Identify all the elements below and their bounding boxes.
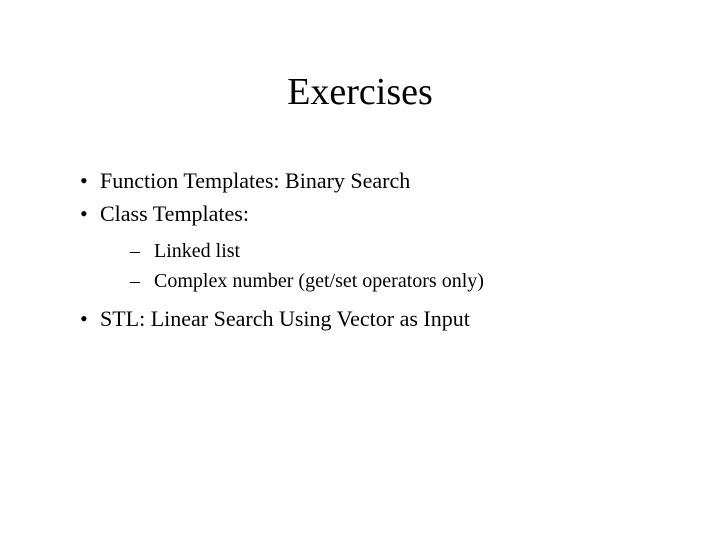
sub-bullet-item: Linked list <box>130 236 660 266</box>
bullet-item: Function Templates: Binary Search <box>80 164 660 197</box>
main-bullet-list: Function Templates: Binary Search Class … <box>60 164 660 335</box>
bullet-item: Class Templates: Linked list Complex num… <box>80 197 660 296</box>
bullet-item: STL: Linear Search Using Vector as Input <box>80 302 660 335</box>
sub-bullet-list: Linked list Complex number (get/set oper… <box>100 236 660 296</box>
slide-title: Exercises <box>60 70 660 114</box>
bullet-text: STL: Linear Search Using Vector as Input <box>100 306 470 331</box>
sub-bullet-text: Linked list <box>154 240 240 262</box>
sub-bullet-item: Complex number (get/set operators only) <box>130 266 660 296</box>
sub-bullet-text: Complex number (get/set operators only) <box>154 270 484 292</box>
bullet-text: Class Templates: <box>100 201 249 226</box>
bullet-text: Function Templates: Binary Search <box>100 168 410 193</box>
